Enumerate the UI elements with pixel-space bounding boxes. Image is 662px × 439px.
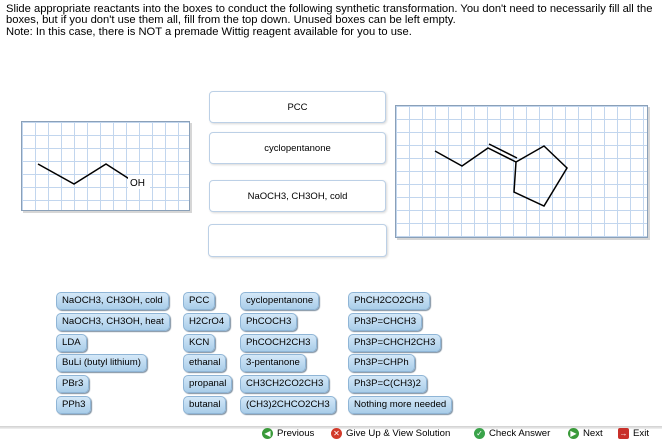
previous-arrow-icon: ◀ (262, 427, 273, 439)
instructions-note: Note: In this case, there is NOT a prema… (6, 25, 412, 38)
reagent-chip[interactable]: PhCH2CO2CH3 (348, 292, 430, 310)
check-answer-label: Check Answer (489, 427, 551, 439)
next-label: Next (583, 427, 603, 439)
drop-slot-1[interactable]: PCC (209, 91, 386, 123)
starting-material-panel: OH (21, 121, 190, 211)
reagent-chip[interactable]: PhCOCH3 (240, 313, 298, 331)
next-button[interactable]: ▶ Next (568, 427, 603, 439)
instructions-text: Slide appropriate reactants into the box… (6, 3, 653, 27)
reagent-chip[interactable]: NaOCH3, CH3OH, cold (56, 292, 169, 310)
reagent-chip[interactable]: LDA (56, 334, 87, 352)
view-solution-label: Give Up & View Solution (346, 427, 451, 439)
view-solution-button[interactable]: ✕ Give Up & View Solution (331, 427, 450, 439)
drop-slot-3[interactable]: NaOCH3, CH3OH, cold (209, 180, 386, 212)
check-answer-button[interactable]: ✓ Check Answer (474, 427, 550, 439)
reagent-chip[interactable]: ethanal (183, 354, 227, 372)
reagent-chip[interactable]: propanal (183, 375, 233, 393)
exit-icon: → (618, 427, 629, 439)
exit-button[interactable]: → Exit (618, 427, 649, 439)
reagent-chip[interactable]: Ph3P=CHPh (348, 354, 415, 372)
previous-button[interactable]: ◀ Previous (262, 427, 314, 439)
drop-slot-4[interactable] (208, 224, 387, 257)
reagent-chip[interactable]: PPh3 (56, 396, 92, 414)
oh-label: OH (130, 178, 145, 189)
reagent-chip[interactable]: H2CrO4 (183, 313, 231, 331)
reagent-chip[interactable]: BuLi (butyl lithium) (56, 354, 147, 372)
reagent-chip[interactable]: Ph3P=CHCH2CH3 (348, 334, 442, 352)
previous-label: Previous (277, 427, 315, 439)
reagent-chip[interactable]: PhCOCH2CH3 (240, 334, 317, 352)
instructions: Slide appropriate reactants into the box… (6, 3, 654, 38)
reagent-chip[interactable]: KCN (183, 334, 216, 352)
drop-slot-2-value: cyclopentanone (264, 142, 331, 154)
reagent-chip[interactable]: CH3CH2CO2CH3 (240, 375, 330, 393)
next-arrow-icon: ▶ (568, 427, 579, 439)
close-circle-icon: ✕ (331, 427, 342, 439)
drop-slot-2[interactable]: cyclopentanone (209, 132, 386, 164)
reagent-chip[interactable]: NaOCH3, CH3OH, heat (56, 313, 170, 331)
checkmark-icon: ✓ (474, 427, 485, 439)
drop-slot-3-value: NaOCH3, CH3OH, cold (247, 190, 348, 202)
reagent-chip[interactable]: Nothing more needed (348, 396, 453, 414)
reagent-chip[interactable]: PCC (183, 292, 216, 310)
exit-label: Exit (633, 427, 649, 439)
reagent-chip[interactable]: Ph3P=C(CH3)2 (348, 375, 427, 393)
reagent-chip[interactable]: Ph3P=CHCH3 (348, 313, 423, 331)
reagent-chip[interactable]: cyclopentanone (240, 292, 320, 310)
butanol-structure: OH (37, 163, 150, 189)
propylidene-cyclopentane-structure (434, 143, 568, 207)
reagent-chip[interactable]: butanal (183, 396, 227, 414)
reagent-chip[interactable]: PBr3 (56, 375, 90, 393)
reagent-chip[interactable]: (CH3)2CHCO2CH3 (240, 396, 336, 414)
reagent-chip[interactable]: 3-pentanone (240, 354, 306, 372)
product-panel (395, 105, 648, 238)
drop-slot-1-value: PCC (287, 101, 308, 113)
